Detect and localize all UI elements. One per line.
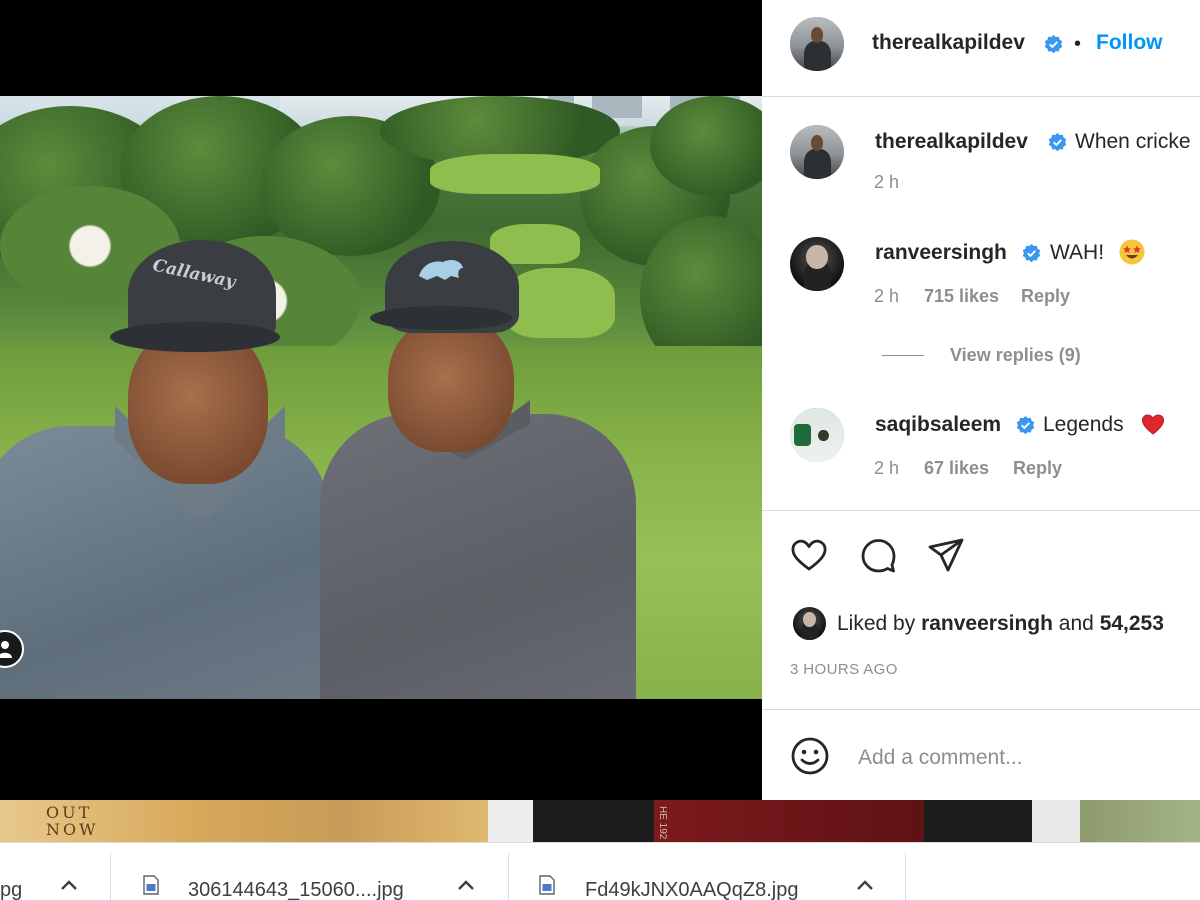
verified-badge-icon	[1022, 244, 1041, 263]
post-sidebar: therealkapildev • Follow therealkapildev…	[762, 0, 1200, 800]
download-filename[interactable]: pg	[0, 879, 22, 900]
person-right-face	[388, 316, 514, 452]
post-header: therealkapildev • Follow	[762, 0, 1200, 97]
background-thumbnail	[1080, 800, 1200, 842]
commenter-avatar[interactable]	[790, 237, 844, 291]
verified-badge-icon	[1044, 35, 1063, 54]
view-replies-line	[882, 355, 924, 356]
post-time-ago[interactable]: 3 HOURS AGO	[790, 661, 898, 678]
comment-text: Legends	[1043, 413, 1124, 436]
image-file-icon	[539, 875, 555, 895]
caption-username[interactable]: therealkapildev	[875, 130, 1028, 154]
background-thumbnail	[654, 800, 924, 842]
comment-text: WAH!	[1050, 241, 1105, 264]
download-item[interactable]: Fd49kJNX0AAQqZ8.jpg	[509, 843, 907, 900]
caption-timestamp[interactable]: 2 h	[874, 172, 899, 193]
person-right-shirt	[320, 414, 636, 699]
follow-button[interactable]: Follow	[1096, 31, 1163, 55]
liked-by-username[interactable]: ranveersingh	[921, 612, 1053, 635]
author-username[interactable]: therealkapildev	[872, 31, 1025, 55]
chevron-up-icon[interactable]	[60, 879, 78, 891]
background-thumbnail-text: HE 192	[657, 806, 668, 840]
comment-icon[interactable]	[858, 535, 898, 575]
comment-likes[interactable]: 67 likes	[924, 458, 989, 479]
download-item[interactable]: 306144643_15060....jpg	[111, 843, 509, 900]
comment-reply-button[interactable]: Reply	[1013, 458, 1062, 479]
download-filename[interactable]: 306144643_15060....jpg	[188, 879, 404, 900]
star-struck-emoji-icon	[1119, 239, 1145, 265]
liked-by-text: Liked by ranveersingh and 54,253	[837, 612, 1164, 636]
emoji-picker-icon[interactable]	[790, 736, 830, 776]
background-thumbnail	[1032, 800, 1080, 842]
chevron-up-icon[interactable]	[457, 879, 475, 891]
add-comment-input[interactable]	[858, 738, 1178, 778]
user-icon	[0, 641, 12, 658]
author-avatar[interactable]	[790, 17, 844, 71]
actions-divider	[762, 510, 1200, 511]
download-separator	[905, 853, 906, 900]
download-filename[interactable]: Fd49kJNX0AAQqZ8.jpg	[585, 879, 798, 900]
comment-box-divider	[762, 709, 1200, 710]
person-left-cap-brim	[110, 322, 280, 352]
liked-count[interactable]: 54,253	[1100, 612, 1164, 635]
liked-by-prefix: Liked by	[837, 612, 916, 635]
comment-likes[interactable]: 715 likes	[924, 286, 999, 307]
like-heart-icon[interactable]	[789, 535, 829, 575]
person-right-cap-brim	[370, 306, 512, 330]
verified-badge-icon	[1016, 416, 1035, 435]
caption-text: When cricke	[1075, 130, 1191, 153]
download-bar: pg 306144643_15060....jpg Fd49kJNX0AAQqZ…	[0, 842, 1200, 900]
liked-by-suffix: and	[1058, 612, 1094, 635]
view-replies-button[interactable]: View replies (9)	[950, 345, 1081, 366]
background-page-strip: OUT NOW HE 192	[0, 800, 1200, 842]
comment-time[interactable]: 2 h	[874, 458, 899, 479]
caption-author-avatar[interactable]	[790, 125, 844, 179]
comment-time[interactable]: 2 h	[874, 286, 899, 307]
cap-lion-logo-icon	[415, 254, 467, 284]
red-heart-emoji-icon	[1141, 414, 1165, 435]
comment-reply-button[interactable]: Reply	[1021, 286, 1070, 307]
liked-by-avatar[interactable]	[793, 607, 826, 640]
photo-fairway	[430, 154, 600, 194]
verified-badge-icon	[1048, 133, 1067, 152]
background-thumbnail	[488, 800, 533, 842]
share-send-icon[interactable]	[926, 535, 966, 575]
chevron-up-icon[interactable]	[856, 879, 874, 891]
download-item[interactable]: pg	[0, 843, 110, 900]
separator-dot: •	[1074, 33, 1082, 55]
post-media-pane: Callaway	[0, 0, 762, 800]
commenter-avatar[interactable]	[790, 408, 844, 462]
image-file-icon	[143, 875, 159, 895]
comment-username[interactable]: saqibsaleem	[875, 413, 1001, 437]
photo-fairway	[505, 268, 615, 338]
comment-username[interactable]: ranveersingh	[875, 241, 1007, 265]
background-thumbnail-text: OUT NOW	[46, 803, 99, 839]
post-photo[interactable]: Callaway	[0, 96, 762, 699]
